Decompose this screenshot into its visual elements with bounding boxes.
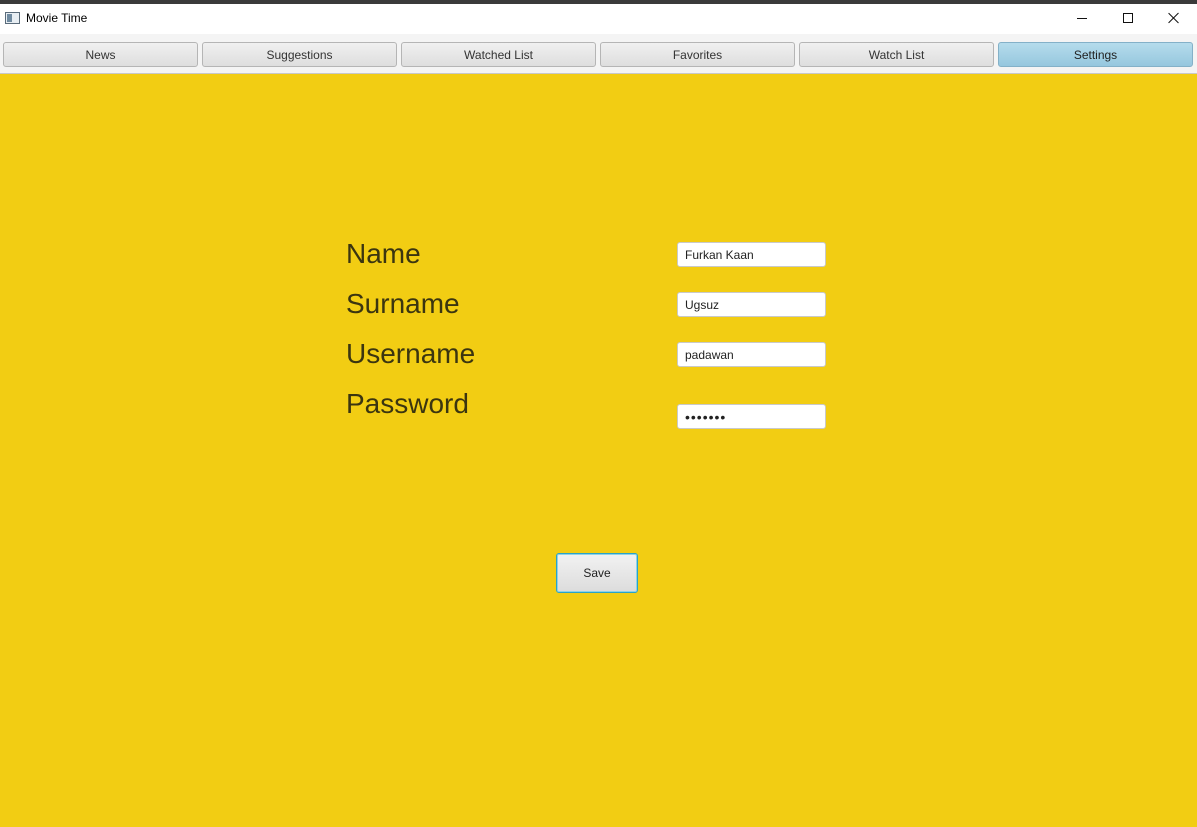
settings-panel: Name Surname Username Password Save [0, 74, 1197, 827]
minimize-icon [1077, 17, 1087, 19]
save-button[interactable]: Save [556, 553, 638, 593]
maximize-icon [1123, 13, 1133, 23]
tab-news[interactable]: News [3, 42, 198, 67]
maximize-button[interactable] [1105, 4, 1151, 32]
tab-favorites[interactable]: Favorites [600, 42, 795, 67]
surname-label: Surname [346, 288, 460, 319]
name-label: Name [346, 238, 421, 269]
close-icon [1168, 12, 1180, 24]
password-label: Password [346, 388, 469, 419]
tab-suggestions[interactable]: Suggestions [202, 42, 397, 67]
tab-watched-list[interactable]: Watched List [401, 42, 596, 67]
tab-bar: News Suggestions Watched List Favorites … [0, 34, 1197, 74]
name-field[interactable] [677, 242, 826, 267]
password-field[interactable] [677, 404, 826, 429]
close-button[interactable] [1151, 4, 1197, 32]
surname-field[interactable] [677, 292, 826, 317]
app-icon [5, 12, 20, 24]
username-field[interactable] [677, 342, 826, 367]
window-title: Movie Time [26, 11, 88, 25]
tab-settings[interactable]: Settings [998, 42, 1193, 67]
minimize-button[interactable] [1059, 4, 1105, 32]
tab-watch-list[interactable]: Watch List [799, 42, 994, 67]
window-titlebar: Movie Time [0, 4, 1197, 34]
username-label: Username [346, 338, 476, 369]
